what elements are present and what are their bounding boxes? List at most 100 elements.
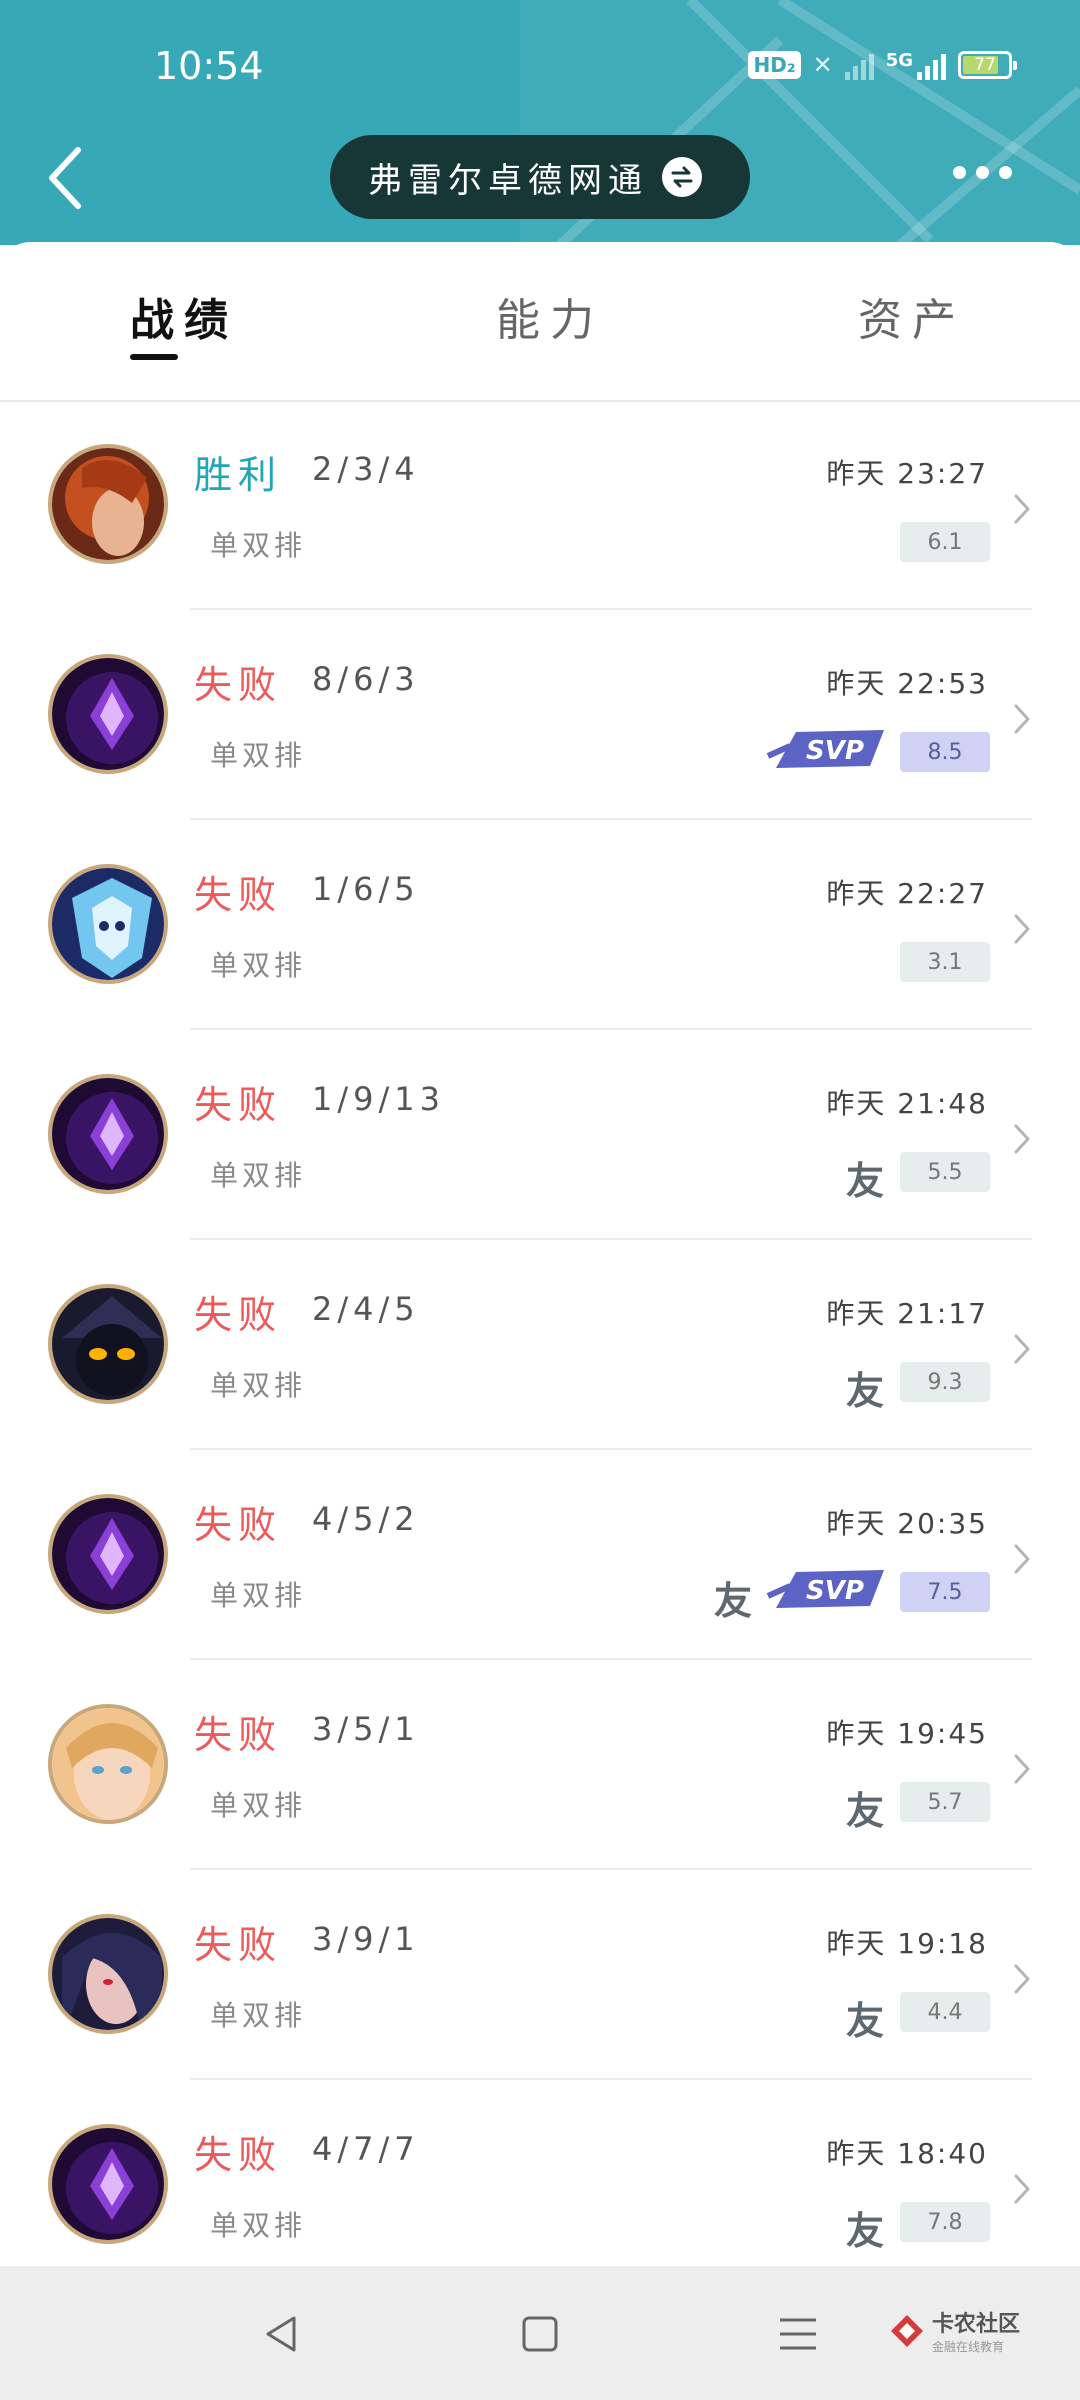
match-score: 7.8 (900, 2202, 990, 2242)
nav-home-button[interactable] (510, 2304, 570, 2364)
svg-text:SVP: SVP (806, 1576, 864, 1606)
champion-avatar (48, 2124, 168, 2244)
active-tab-indicator (130, 354, 178, 360)
more-dots-icon (953, 166, 966, 179)
more-button[interactable] (953, 166, 1012, 179)
system-nav-bar: 卡农社区 金融在线教育 (0, 2266, 1080, 2400)
friend-badge: 友 (845, 1999, 884, 2043)
tab-assets[interactable]: 资产 (858, 284, 966, 348)
top-bar: 10:54 HD₂ ✕ 5G 77 弗雷尔卓德网通 (0, 0, 1080, 245)
match-mode: 单双排 (210, 2209, 307, 2242)
match-time: 昨天 21:17 (826, 1297, 988, 1330)
match-result: 失败 (194, 663, 283, 707)
status-icons: HD₂ ✕ 5G 77 (748, 50, 1017, 80)
match-score: 3.1 (900, 942, 990, 982)
champion-avatar (48, 1914, 168, 2034)
menu-lines-icon (780, 2318, 816, 2350)
champion-avatar (48, 1284, 168, 1404)
match-result: 失败 (194, 1713, 283, 1757)
tab-record[interactable]: 战绩 (130, 284, 238, 348)
match-score: 8.5 (900, 732, 990, 772)
match-row[interactable]: 失败 4/5/2 单双排 昨天 20:35 7.5 SVP 友 (0, 1450, 1080, 1660)
champion-avatar (48, 864, 168, 984)
back-button[interactable] (40, 140, 100, 216)
match-time: 昨天 19:45 (826, 1717, 988, 1750)
tab-bar: 战绩 能力 资产 (0, 242, 1080, 402)
match-kda: 3/5/1 (312, 1710, 420, 1748)
watermark: 卡农社区 金融在线教育 (888, 2306, 1020, 2355)
match-kda: 1/9/13 (312, 1080, 445, 1118)
nav-menu-button[interactable] (768, 2304, 828, 2364)
match-kda: 8/6/3 (312, 660, 420, 698)
match-kda: 1/6/5 (312, 870, 420, 908)
chevron-right-icon (1014, 1544, 1030, 1574)
account-name: 弗雷尔卓德网通 (368, 160, 648, 201)
match-score: 5.5 (900, 1152, 990, 1192)
chevron-left-icon (49, 147, 81, 209)
match-kda: 2/4/5 (312, 1290, 420, 1328)
watermark-title: 卡农社区 (931, 2312, 1020, 2337)
champion-avatar (48, 1494, 168, 1614)
chevron-right-icon (1014, 1754, 1030, 1784)
match-mode: 单双排 (210, 1999, 307, 2032)
match-mode: 单双排 (210, 1789, 307, 1822)
chevron-right-icon (1014, 704, 1030, 734)
match-result: 胜利 (194, 453, 283, 497)
match-row[interactable]: 失败 1/6/5 单双排 昨天 22:27 3.1 (0, 820, 1080, 1030)
svp-badge-icon: SVP (766, 730, 884, 768)
match-result: 失败 (194, 1503, 283, 1547)
triangle-back-icon (266, 2316, 296, 2352)
match-score: 7.5 (900, 1572, 990, 1612)
friend-badge: 友 (845, 1159, 884, 1203)
chevron-right-icon (1014, 1334, 1030, 1364)
match-score: 5.7 (900, 1782, 990, 1822)
friend-badge: 友 (845, 2209, 884, 2253)
match-mode: 单双排 (210, 949, 307, 982)
match-row[interactable]: 失败 4/7/7 单双排 昨天 18:40 7.8 友 (0, 2080, 1080, 2290)
no-signal-icon: ✕ (812, 51, 833, 79)
match-time: 昨天 18:40 (826, 2137, 988, 2170)
match-row[interactable]: 失败 8/6/3 单双排 昨天 22:53 8.5 SVP (0, 610, 1080, 820)
chevron-right-icon (1014, 1124, 1030, 1154)
match-mode: 单双排 (210, 739, 307, 772)
tab-ability[interactable]: 能力 (496, 284, 604, 348)
match-row[interactable]: 失败 3/9/1 单双排 昨天 19:18 4.4 友 (0, 1870, 1080, 2080)
champion-avatar (48, 444, 168, 564)
match-list: 胜利 2/3/4 单双排 昨天 23:27 6.1 失败 8/6/3 单双排 昨天 22:53 8… (0, 400, 1080, 2290)
square-home-icon (522, 2316, 558, 2352)
signal-sim1-icon (844, 50, 874, 80)
match-row[interactable]: 失败 1/9/13 单双排 昨天 21:48 5.5 友 (0, 1030, 1080, 1240)
signal-sim2-icon (917, 50, 946, 80)
match-mode: 单双排 (210, 1369, 307, 1402)
friend-badge: 友 (845, 1369, 884, 1413)
champion-avatar (48, 1074, 168, 1194)
match-time: 昨天 23:27 (826, 457, 988, 490)
battery-level: 77 (974, 55, 996, 75)
chevron-right-icon (1014, 914, 1030, 944)
match-row[interactable]: 失败 3/5/1 单双排 昨天 19:45 5.7 友 (0, 1660, 1080, 1870)
svp-badge-icon: SVP (766, 1570, 884, 1608)
match-result: 失败 (194, 1293, 283, 1337)
friend-badge: 友 (845, 1789, 884, 1833)
match-score: 6.1 (900, 522, 990, 562)
chevron-right-icon (1014, 1964, 1030, 1994)
match-mode: 单双排 (210, 1579, 307, 1612)
match-kda: 3/9/1 (312, 1920, 420, 1958)
chevron-right-icon (1014, 494, 1030, 524)
match-row[interactable]: 失败 2/4/5 单双排 昨天 21:17 9.3 友 (0, 1240, 1080, 1450)
watermark-subtitle: 金融在线教育 (931, 2340, 1004, 2354)
match-row[interactable]: 胜利 2/3/4 单双排 昨天 23:27 6.1 (0, 400, 1080, 610)
status-time: 10:54 (154, 44, 264, 88)
match-score: 4.4 (900, 1992, 990, 2032)
battery-icon: 77 (958, 51, 1017, 79)
svg-text:SVP: SVP (806, 736, 864, 766)
match-kda: 4/7/7 (312, 2130, 420, 2168)
match-time: 昨天 22:27 (826, 877, 988, 910)
nav-back-button[interactable] (252, 2304, 312, 2364)
match-result: 失败 (194, 1083, 283, 1127)
match-time: 昨天 19:18 (826, 1927, 988, 1960)
account-switcher[interactable]: 弗雷尔卓德网通 (330, 135, 750, 219)
match-score: 9.3 (900, 1362, 990, 1402)
match-kda: 4/5/2 (312, 1500, 420, 1538)
champion-avatar (48, 654, 168, 774)
